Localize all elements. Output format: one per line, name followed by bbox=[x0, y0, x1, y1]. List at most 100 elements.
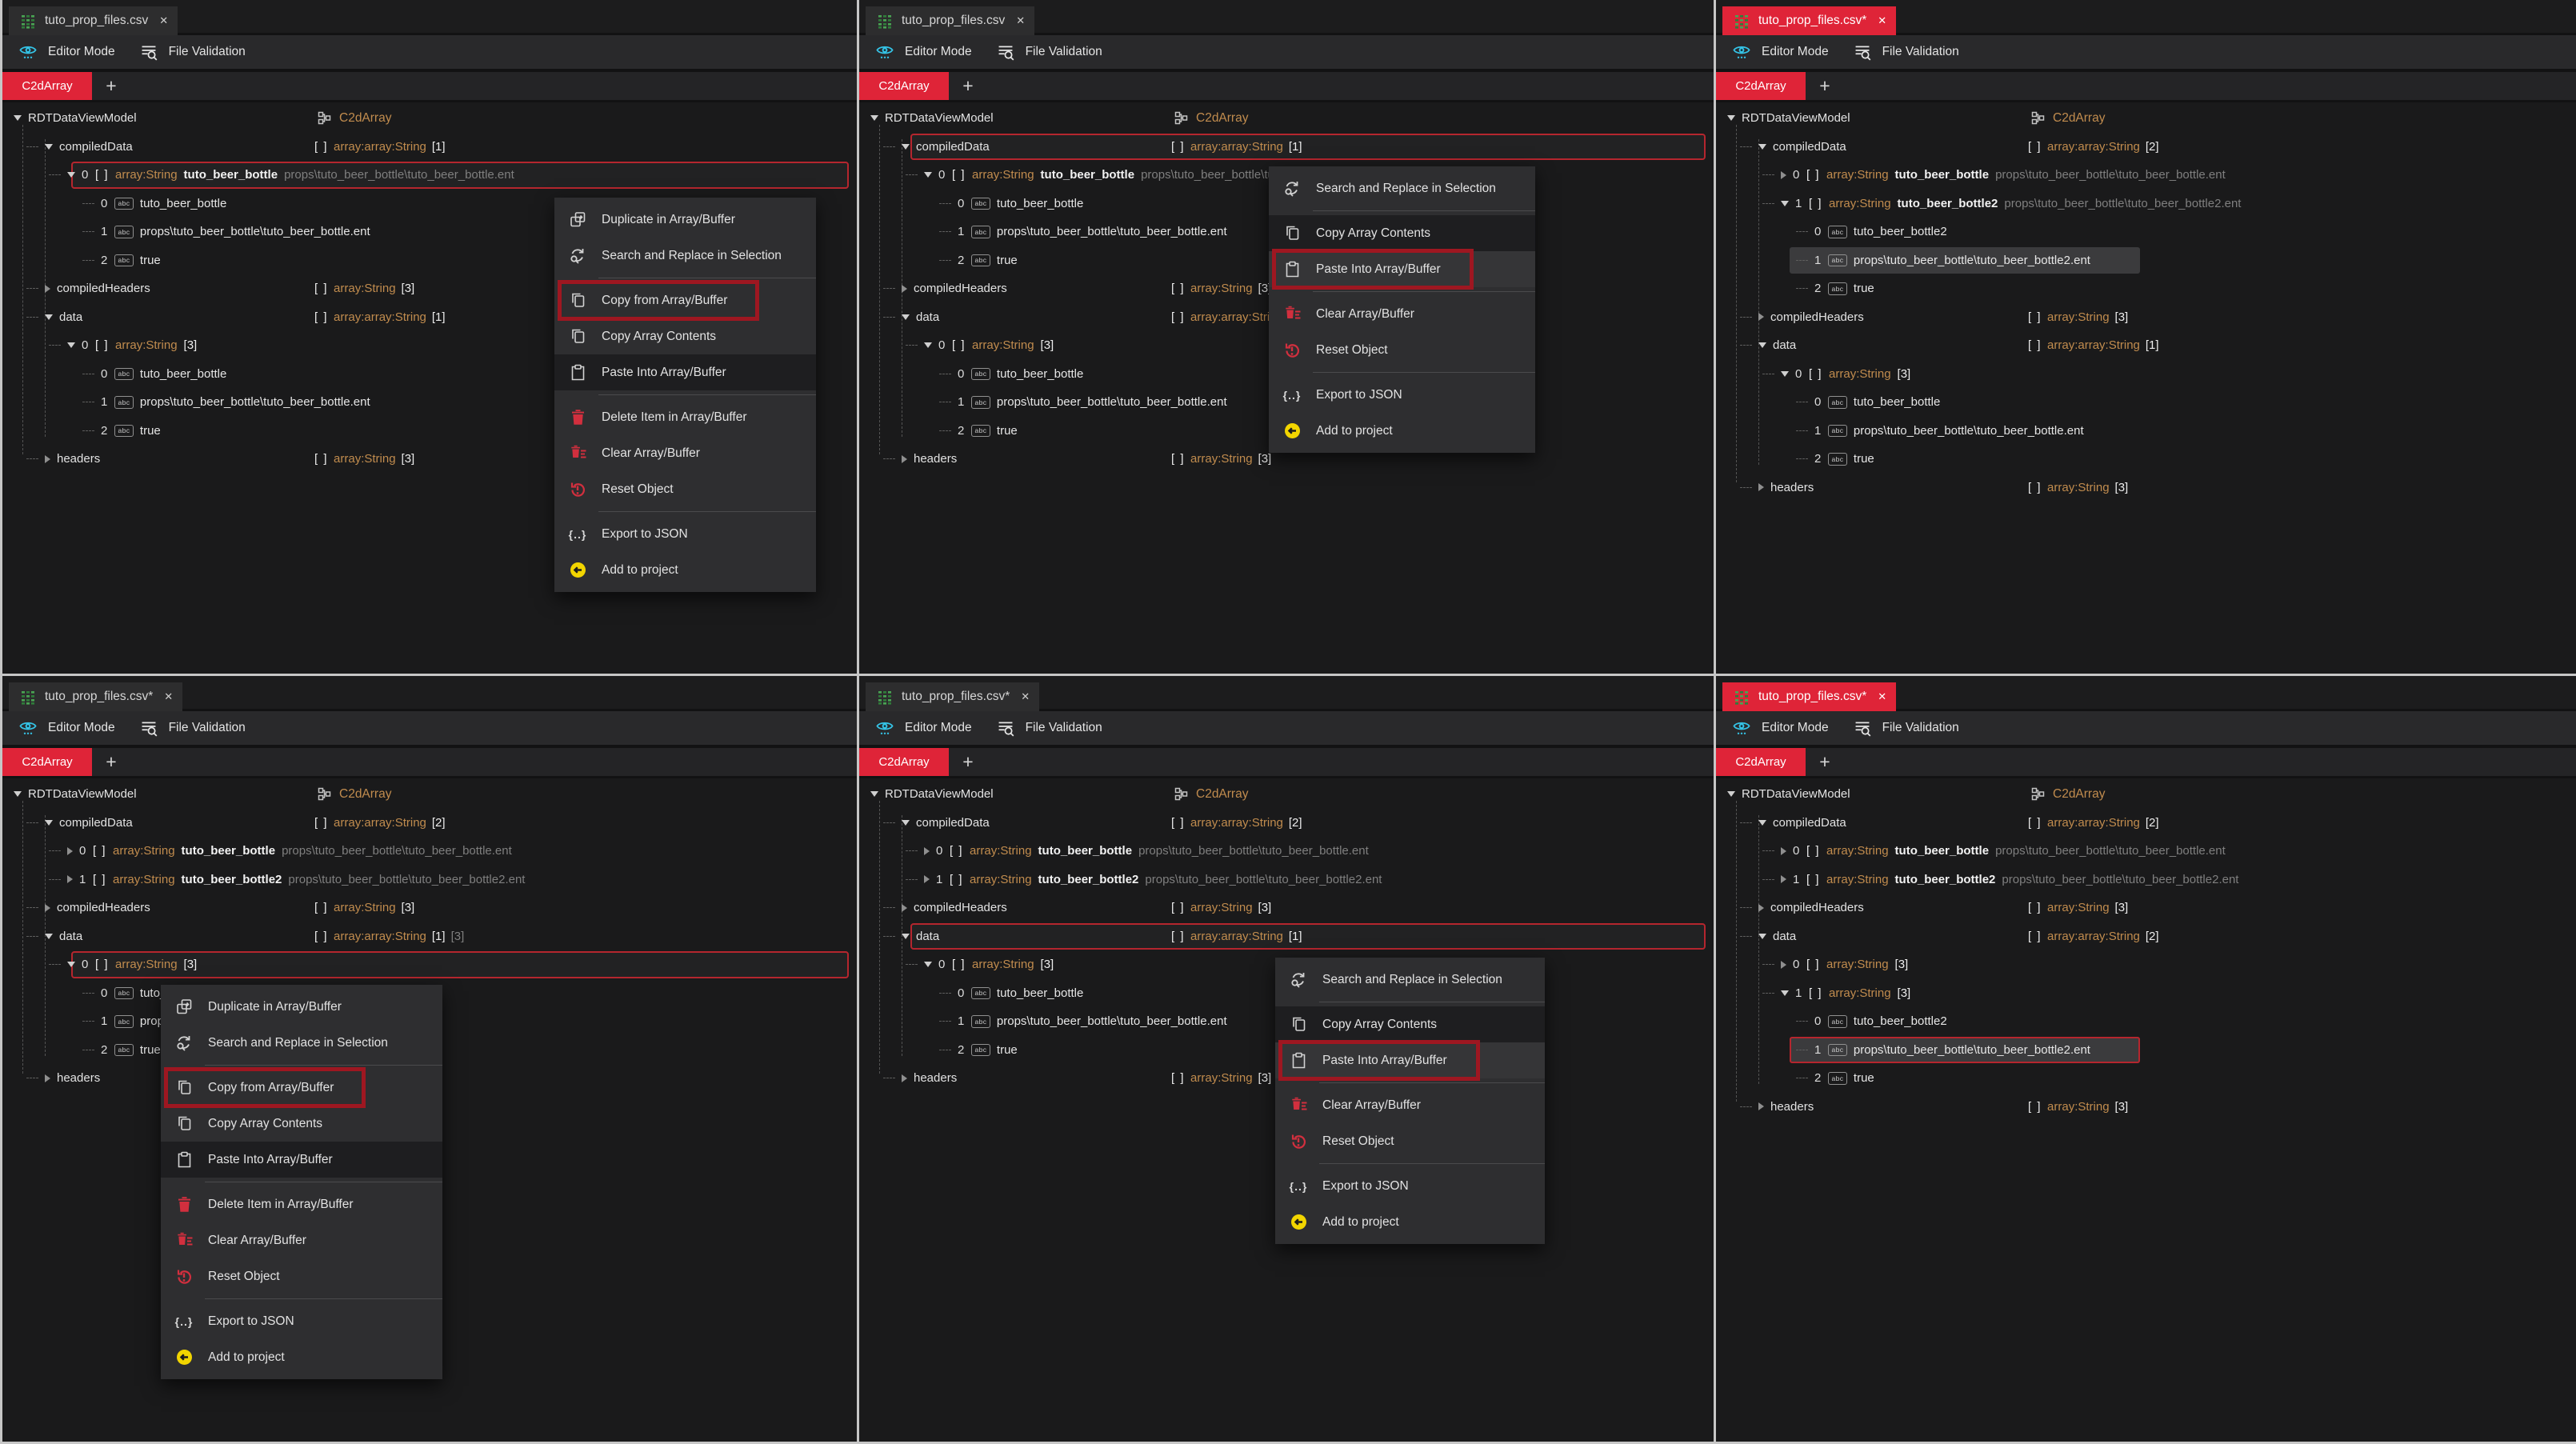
file-validation-button[interactable]: File Validation bbox=[139, 718, 246, 739]
menu-item-copy_contents[interactable]: Copy Array Contents bbox=[161, 1106, 442, 1142]
chevron-down-icon[interactable] bbox=[1758, 820, 1766, 826]
tree-row[interactable]: 0[ ]array:String[3] bbox=[2, 950, 857, 979]
editor-mode-button[interactable]: Editor Mode bbox=[18, 41, 115, 63]
menu-item-duplicate[interactable]: Duplicate in Array/Buffer bbox=[161, 989, 442, 1025]
tree-row[interactable]: [ ]array:array:String[1]data bbox=[1716, 331, 2576, 360]
file-tab[interactable]: tuto_prop_files.csv* ✕ bbox=[866, 682, 1039, 711]
tree-row[interactable]: [ ]array:array:String[1]compiledData bbox=[859, 133, 1714, 162]
menu-item-reset[interactable]: Reset Object bbox=[161, 1258, 442, 1294]
tree-row[interactable]: C2dArrayRDTDataViewModel bbox=[859, 780, 1714, 809]
chevron-right-icon[interactable] bbox=[1781, 171, 1786, 179]
tree-row[interactable]: 0[ ]array:String[3] bbox=[1716, 360, 2576, 389]
tree-row[interactable]: 1abcprops\tuto_beer_bottle\tuto_beer_bot… bbox=[1716, 1036, 2576, 1065]
menu-item-export[interactable]: {..}Export to JSON bbox=[161, 1303, 442, 1339]
menu-item-copy_contents[interactable]: Copy Array Contents bbox=[1269, 215, 1535, 251]
chevron-right-icon[interactable] bbox=[1781, 961, 1786, 969]
menu-item-duplicate[interactable]: Duplicate in Array/Buffer bbox=[554, 202, 816, 238]
tab-c2darray[interactable]: C2dArray bbox=[1716, 748, 1806, 776]
tree-row[interactable]: 0abctuto_beer_bottle2 bbox=[1716, 1007, 2576, 1036]
chevron-down-icon[interactable] bbox=[1758, 342, 1766, 348]
chevron-down-icon[interactable] bbox=[902, 314, 910, 320]
menu-item-paste_into[interactable]: Paste Into Array/Buffer bbox=[161, 1142, 442, 1178]
editor-mode-button[interactable]: Editor Mode bbox=[1732, 717, 1829, 739]
chevron-right-icon[interactable] bbox=[67, 847, 73, 855]
menu-item-reset[interactable]: Reset Object bbox=[1269, 332, 1535, 368]
menu-item-paste_into[interactable]: Paste Into Array/Buffer bbox=[1269, 251, 1535, 287]
editor-mode-button[interactable]: Editor Mode bbox=[18, 717, 115, 739]
tree-row[interactable]: 0[ ]array:Stringtuto_beer_bottleprops\tu… bbox=[1716, 161, 2576, 190]
tree-row[interactable]: [ ]array:String[3]compiledHeaders bbox=[1716, 303, 2576, 332]
tree-row[interactable]: [ ]array:String[3]compiledHeaders bbox=[1716, 894, 2576, 922]
chevron-down-icon[interactable] bbox=[1758, 934, 1766, 939]
tree-row[interactable]: C2dArrayRDTDataViewModel bbox=[1716, 780, 2576, 809]
file-validation-button[interactable]: File Validation bbox=[996, 42, 1102, 63]
chevron-down-icon[interactable] bbox=[924, 342, 932, 348]
tree-row[interactable]: 0[ ]array:Stringtuto_beer_bottleprops\tu… bbox=[1716, 837, 2576, 866]
chevron-down-icon[interactable] bbox=[14, 791, 22, 797]
tree-row[interactable]: [ ]array:array:String[2]compiledData bbox=[2, 809, 857, 838]
tree-row[interactable]: 0[ ]array:String[3] bbox=[1716, 950, 2576, 979]
chevron-right-icon[interactable] bbox=[45, 455, 50, 463]
editor-mode-button[interactable]: Editor Mode bbox=[875, 717, 972, 739]
chevron-down-icon[interactable] bbox=[14, 115, 22, 121]
menu-item-copy_from[interactable]: Copy from Array/Buffer bbox=[161, 1070, 442, 1106]
chevron-right-icon[interactable] bbox=[1781, 875, 1786, 883]
chevron-right-icon[interactable] bbox=[67, 875, 73, 883]
tree-row[interactable]: [ ]array:array:String[1][3]data bbox=[2, 922, 857, 951]
chevron-right-icon[interactable] bbox=[902, 285, 907, 293]
chevron-down-icon[interactable] bbox=[1758, 144, 1766, 150]
chevron-down-icon[interactable] bbox=[1781, 990, 1789, 996]
chevron-right-icon[interactable] bbox=[45, 904, 50, 912]
tree-row[interactable]: 1[ ]array:String[3] bbox=[1716, 979, 2576, 1008]
chevron-down-icon[interactable] bbox=[870, 791, 878, 797]
file-validation-button[interactable]: File Validation bbox=[996, 718, 1102, 739]
tree-row[interactable]: [ ]array:array:String[2]compiledData bbox=[859, 809, 1714, 838]
chevron-right-icon[interactable] bbox=[924, 847, 930, 855]
chevron-down-icon[interactable] bbox=[45, 934, 53, 939]
chevron-right-icon[interactable] bbox=[924, 875, 930, 883]
chevron-right-icon[interactable] bbox=[1758, 313, 1764, 321]
menu-item-search_replace[interactable]: Search and Replace in Selection bbox=[1269, 170, 1535, 206]
chevron-down-icon[interactable] bbox=[1781, 371, 1789, 377]
menu-item-search_replace[interactable]: Search and Replace in Selection bbox=[161, 1025, 442, 1061]
chevron-right-icon[interactable] bbox=[902, 904, 907, 912]
menu-item-delete_item[interactable]: Delete Item in Array/Buffer bbox=[161, 1186, 442, 1222]
tree-row[interactable]: 2abctrue bbox=[1716, 1064, 2576, 1093]
tree-row[interactable]: 0[ ]array:Stringtuto_beer_bottleprops\tu… bbox=[2, 161, 857, 190]
add-tab-button[interactable]: + bbox=[92, 748, 130, 776]
add-tab-button[interactable]: + bbox=[1806, 72, 1844, 100]
file-tab[interactable]: tuto_prop_files.csv ✕ bbox=[866, 6, 1034, 35]
tree-row[interactable]: 1abcprops\tuto_beer_bottle\tuto_beer_bot… bbox=[1716, 417, 2576, 446]
file-validation-button[interactable]: File Validation bbox=[1853, 718, 1959, 739]
tab-c2darray[interactable]: C2dArray bbox=[1716, 72, 1806, 100]
tree-row[interactable]: C2dArrayRDTDataViewModel bbox=[1716, 104, 2576, 133]
menu-item-paste_into[interactable]: Paste Into Array/Buffer bbox=[554, 354, 816, 390]
menu-item-copy_contents[interactable]: Copy Array Contents bbox=[554, 318, 816, 354]
chevron-right-icon[interactable] bbox=[1758, 904, 1764, 912]
close-icon[interactable]: ✕ bbox=[1878, 690, 1886, 703]
menu-item-reset[interactable]: Reset Object bbox=[554, 471, 816, 507]
menu-item-export[interactable]: {..}Export to JSON bbox=[554, 516, 816, 552]
chevron-right-icon[interactable] bbox=[1781, 847, 1786, 855]
tab-c2darray[interactable]: C2dArray bbox=[2, 748, 92, 776]
tree-row[interactable]: [ ]array:array:String[1]compiledData bbox=[2, 133, 857, 162]
close-icon[interactable]: ✕ bbox=[164, 690, 173, 703]
menu-item-clear[interactable]: Clear Array/Buffer bbox=[1269, 296, 1535, 332]
menu-item-export[interactable]: {..}Export to JSON bbox=[1269, 377, 1535, 413]
chevron-down-icon[interactable] bbox=[67, 342, 75, 348]
tab-c2darray[interactable]: C2dArray bbox=[2, 72, 92, 100]
tree-row[interactable]: [ ]array:String[3]compiledHeaders bbox=[859, 894, 1714, 922]
chevron-down-icon[interactable] bbox=[1781, 201, 1789, 206]
chevron-right-icon[interactable] bbox=[45, 285, 50, 293]
add-tab-button[interactable]: + bbox=[949, 748, 987, 776]
chevron-right-icon[interactable] bbox=[902, 1074, 907, 1082]
tree-row[interactable]: C2dArrayRDTDataViewModel bbox=[859, 104, 1714, 133]
chevron-down-icon[interactable] bbox=[1727, 791, 1735, 797]
menu-item-search_replace[interactable]: Search and Replace in Selection bbox=[554, 238, 816, 274]
tree-row[interactable]: [ ]array:array:String[2]data bbox=[1716, 922, 2576, 951]
tab-c2darray[interactable]: C2dArray bbox=[859, 748, 949, 776]
chevron-down-icon[interactable] bbox=[45, 314, 53, 320]
editor-mode-button[interactable]: Editor Mode bbox=[1732, 41, 1829, 63]
menu-item-add_project[interactable]: Add to project bbox=[1275, 1204, 1545, 1240]
tree-row[interactable]: C2dArrayRDTDataViewModel bbox=[2, 780, 857, 809]
